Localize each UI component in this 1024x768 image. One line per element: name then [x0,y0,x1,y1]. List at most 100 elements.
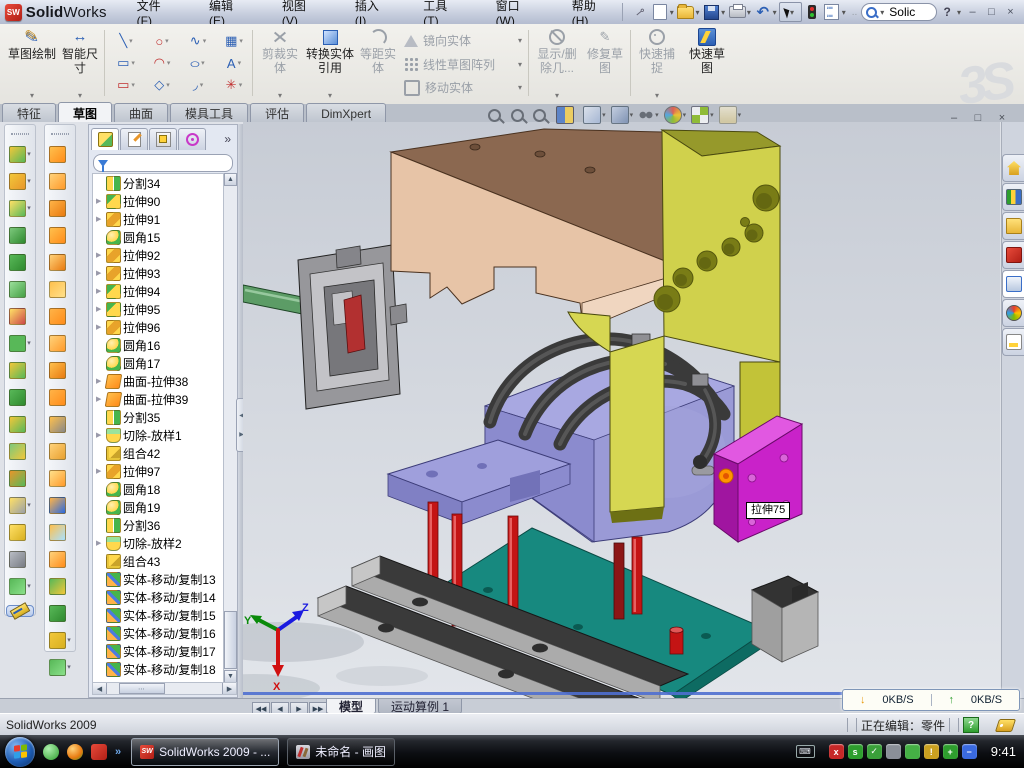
messenger-icon[interactable] [43,744,59,760]
toolbar-button[interactable]: ▾ [9,306,31,326]
trim-entities-button[interactable]: 剪裁实体▾ [258,28,302,100]
scroll-thumb[interactable] [224,611,237,669]
sketch-entity-button[interactable]: ✳▾ [216,74,252,96]
sketch-button[interactable]: ✎ 草图绘制▾ [8,28,56,100]
rapid-sketch-button[interactable]: 快速草图 [684,28,730,100]
view-tool-button[interactable]: ▾ [533,109,551,122]
move-entities-button[interactable]: 移动实体▾ [404,79,522,96]
expand-arrow-icon[interactable]: ▶ [96,539,104,547]
help-button[interactable]: ? [937,2,957,22]
help-status-icon[interactable]: ? [963,717,979,733]
view-tool-button[interactable]: ▾ [719,106,742,124]
toolbar-overflow[interactable]: .. [852,7,858,18]
sketch-entity-button[interactable]: A▾ [216,52,252,74]
feature-tree-item[interactable]: ▶ 分割36 [93,516,224,534]
toolbar-button[interactable]: ▾ [49,576,71,596]
task-pane-tab[interactable] [1002,241,1024,269]
toolbar-button[interactable]: ▾ [49,279,71,299]
scroll-up-arrow[interactable]: ▲ [224,173,237,186]
feature-tree-item[interactable]: ▶ 圆角16 [93,336,224,354]
sketch-entity-button[interactable]: ╲▾ [108,30,144,52]
toolbar-button[interactable]: ▾ [9,576,31,596]
toolbar-button[interactable]: ▾ [9,171,31,191]
search-box[interactable]: ▾ Solic [861,3,937,21]
undo-button[interactable]: ↶ [753,2,773,22]
view-tool-button[interactable]: ▾ [638,107,659,123]
feature-tree-item[interactable]: ▶ 实体-移动/复制18 [93,660,224,678]
suite-icon[interactable] [67,744,83,760]
task-pane-tab[interactable] [1002,154,1024,182]
tray-icon[interactable]: x [829,744,844,759]
toolbar-button[interactable]: ▾ [49,468,71,488]
panel-chevron[interactable]: » [224,132,235,146]
sketch-entity-button[interactable]: ▭▾ [108,74,144,96]
toolbar-button[interactable]: ▾ [9,198,31,218]
toolbar-button[interactable]: ▾ [49,414,71,434]
tab-featuremanager[interactable] [91,128,119,150]
open-file-button[interactable] [676,2,696,22]
feature-tree-item[interactable]: ▶ 拉伸92 [93,246,224,264]
tab-propertymanager[interactable] [120,128,148,150]
toolbar-button[interactable]: ▾ [9,441,31,461]
toolbar-button[interactable]: ▾ [49,144,71,164]
task-pane-tab[interactable] [1002,183,1024,211]
print-button[interactable] [727,2,747,22]
quick-launch-chevron[interactable]: » [115,746,121,758]
expand-arrow-icon[interactable]: ▶ [96,197,104,205]
feature-tree-item[interactable]: ▶ 曲面-拉伸39 [93,390,224,408]
display-delete-relations-button[interactable]: 显示/删除几...▾ [534,28,580,100]
minimize-button[interactable]: – [963,5,982,20]
graphics-viewport[interactable]: Y Z X [243,122,1000,698]
short-red-cylinder[interactable] [670,627,683,654]
feature-tree-item[interactable]: ▶ 分割34 [93,174,224,192]
sketch-entity-button[interactable]: ∿▾ [180,30,216,52]
tab-dimxpertmanager[interactable] [178,128,206,150]
sketch-entity-button[interactable]: ▭▾ [108,52,144,74]
options-button[interactable]: ≔≔ [822,2,842,22]
feature-tree-item[interactable]: ▶ 组合43 [93,552,224,570]
smart-dimension-button[interactable]: ↔ 智能尺寸▾ [58,28,102,100]
ribbon-tab[interactable]: 评估 [250,103,304,122]
doc-restore-button[interactable]: □ [968,110,988,125]
toolbar-button[interactable]: ▾ [9,144,31,164]
ribbon-tab[interactable]: 曲面 [114,103,168,122]
mirror-entities-button[interactable]: 镜向实体▾ [404,32,522,49]
task-pane-tab[interactable] [1002,212,1024,240]
toolbar-button[interactable]: ▾ [49,522,71,542]
view-tool-button[interactable]: ▾ [556,106,579,124]
ribbon-tab[interactable]: 特征 [2,103,56,122]
tag-icon[interactable] [995,719,1016,732]
tray-icon[interactable] [905,744,920,759]
toolbar-button[interactable]: ▾ [49,387,71,407]
tray-icon[interactable]: − [962,744,977,759]
toolbar-button[interactable]: ▾ [49,333,71,353]
toolbar-button[interactable]: ▾ [9,387,31,407]
feature-tree-item[interactable]: ▶ 曲面-拉伸38 [93,372,224,390]
toolbar-button[interactable]: ▾ [9,360,31,380]
expand-arrow-icon[interactable]: ▶ [96,287,104,295]
toolbar-button[interactable]: ▾ [9,225,31,245]
keyboard-layout-icon[interactable]: ⌨ [796,745,815,758]
toolbar-button[interactable]: ▾ [9,522,31,542]
feature-tree-item[interactable]: ▶ 实体-移动/复制17 [93,642,224,660]
feature-tree-item[interactable]: ▶ 拉伸91 [93,210,224,228]
close-button[interactable]: × [1001,5,1020,20]
toolbar-button[interactable]: ▾ [49,171,71,191]
feature-tree-item[interactable]: ▶ 分割35 [93,408,224,426]
feature-tree-item[interactable]: ▶ 圆角15 [93,228,224,246]
task-pane-tab[interactable] [1002,270,1024,298]
new-file-button[interactable] [650,2,670,22]
tree-horizontal-scrollbar[interactable]: ◀ ⋯ ▶ [92,682,237,695]
tray-icon[interactable]: + [943,744,958,759]
tree-vertical-scrollbar[interactable]: ▲ ▼ [223,173,237,683]
tree-filter-box[interactable] [93,154,233,172]
start-button[interactable] [5,737,35,767]
toolbar-button[interactable]: ▾ [49,603,71,623]
toolbar-button[interactable]: ▾ [49,630,71,650]
linear-sketch-pattern-button[interactable]: 线性草图阵列▾ [404,56,522,73]
convert-entities-button[interactable]: 转换实体引用▾ [306,28,354,100]
document-tab[interactable]: 运动算例 1 [378,699,462,714]
task-pane-tab[interactable] [1002,328,1024,356]
view-tool-button[interactable]: ▾ [664,106,687,124]
toolbar-button[interactable]: ▾ [49,252,71,272]
